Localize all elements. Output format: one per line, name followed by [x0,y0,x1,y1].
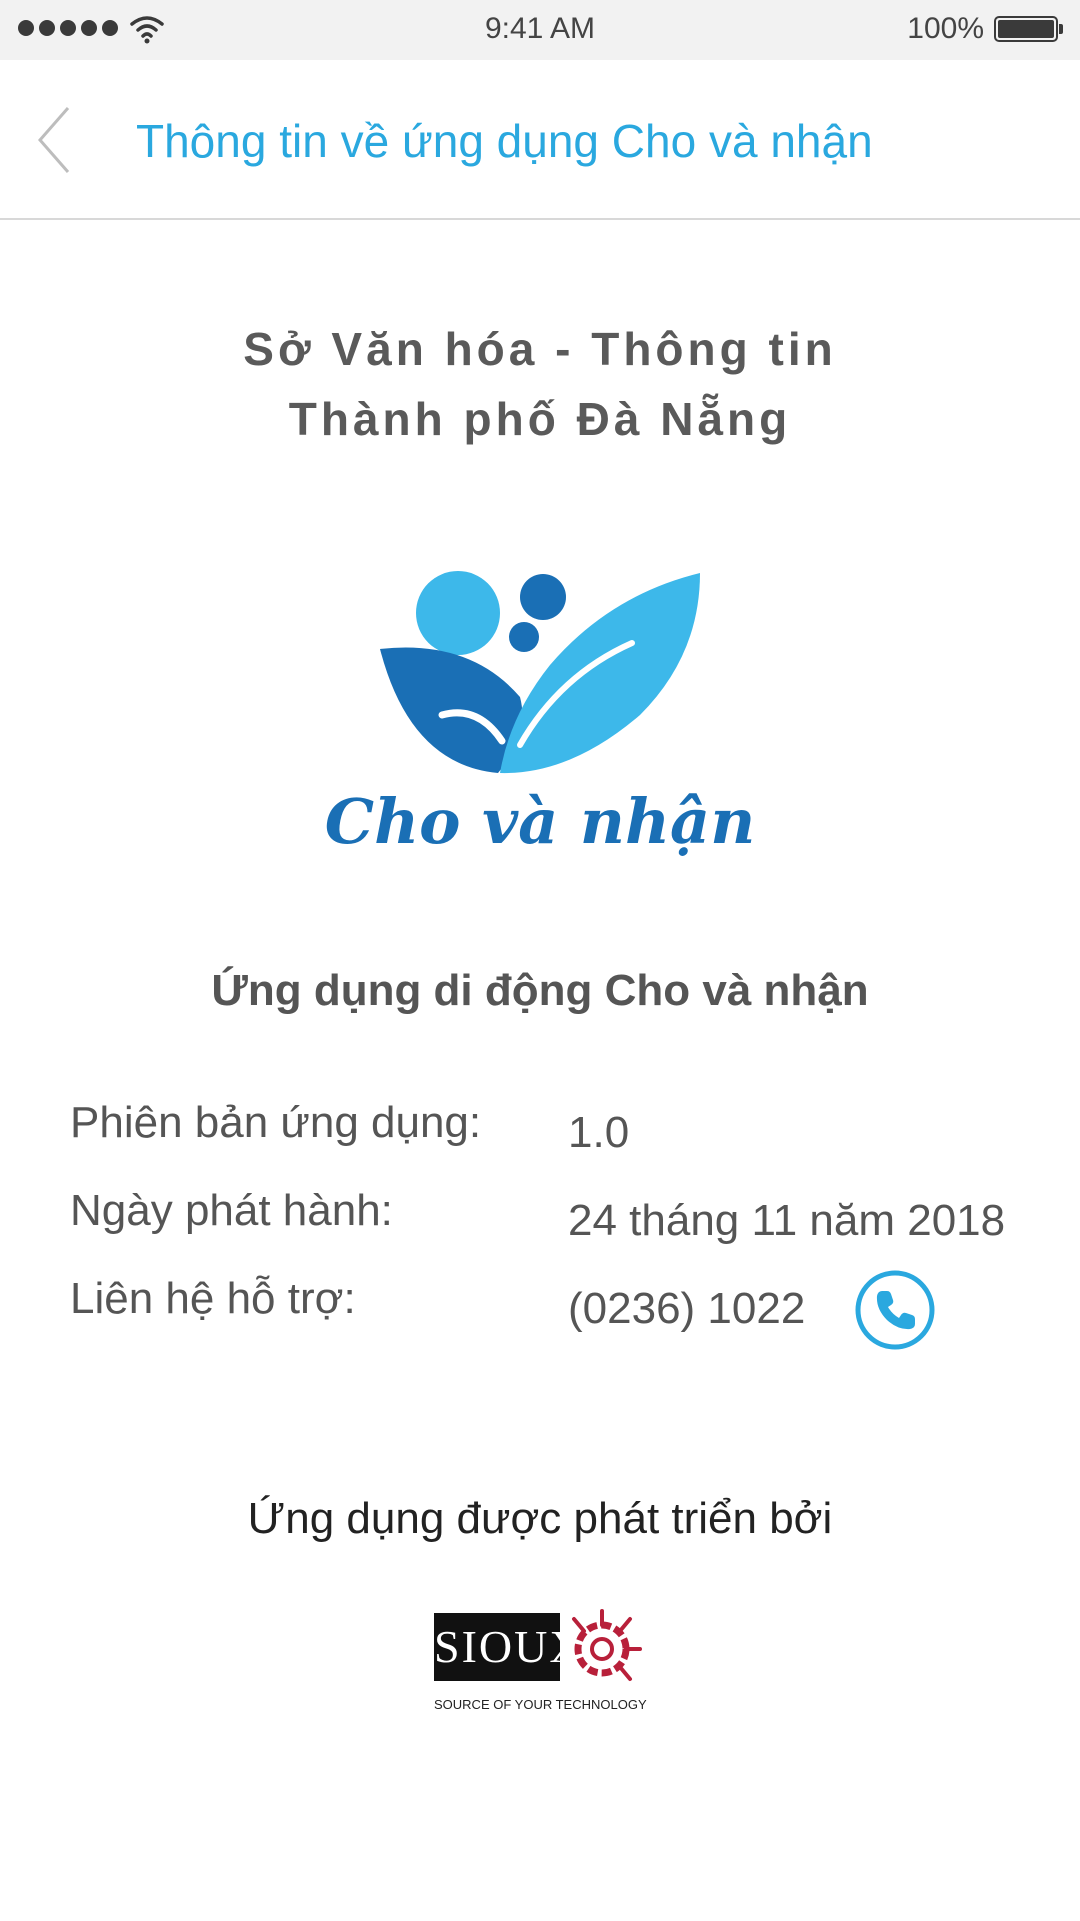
sioux-emblem-icon [572,1609,642,1681]
release-date-value: 24 tháng 11 năm 2018 [568,1196,1006,1245]
organization-line-2: Thành phố Đà Nẵng [288,393,792,445]
organization-line-1: Sở Văn hóa - Thông tin [243,323,837,375]
developer-label: Ứng dụng được phát triển bởi [247,1494,833,1543]
support-label: Liên hệ hỗ trợ: [70,1274,356,1323]
page-title: Thông tin về ứng dụng Cho và nhận [136,115,873,167]
status-bar: 9:41 AM 100% [0,0,1080,60]
version-row: Phiên bản ứng dụng: 1.0 [70,1098,1030,1168]
logo-bubble-large [416,571,500,655]
support-row: Liên hệ hỗ trợ: (0236) 1022 [70,1270,1030,1350]
header: Thông tin về ứng dụng Cho và nhận [0,60,1080,220]
battery-icon [994,16,1063,42]
developer-logo-text: SIOUX [434,1613,583,1681]
app-logo-text: Cho và nhận [324,785,756,858]
version-value: 1.0 [568,1108,630,1157]
battery-fill [998,20,1054,38]
support-phone-number[interactable]: (0236) 1022 [568,1284,805,1334]
version-label: Phiên bản ứng dụng: [70,1098,482,1147]
phone-icon[interactable] [854,1269,936,1351]
logo-bubble-small [509,622,539,652]
battery-percent: 100% [907,12,984,45]
logo-bubble-medium [520,574,566,620]
developer-tagline: SOURCE OF YOUR TECHNOLOGY [434,1697,647,1712]
release-date-row: Ngày phát hành: 24 tháng 11 năm 2018 [70,1186,1030,1256]
chevron-left-icon[interactable] [28,100,88,180]
organization-name: Sở Văn hóa - Thông tin Thành phố Đà Nẵng [0,314,1080,454]
app-name: Ứng dụng di động Cho và nhận [211,966,869,1015]
developer-logo: SIOUX SOURCE OF YOUR TECHNOLOGY [434,1605,654,1715]
release-date-label: Ngày phát hành: [70,1186,393,1235]
